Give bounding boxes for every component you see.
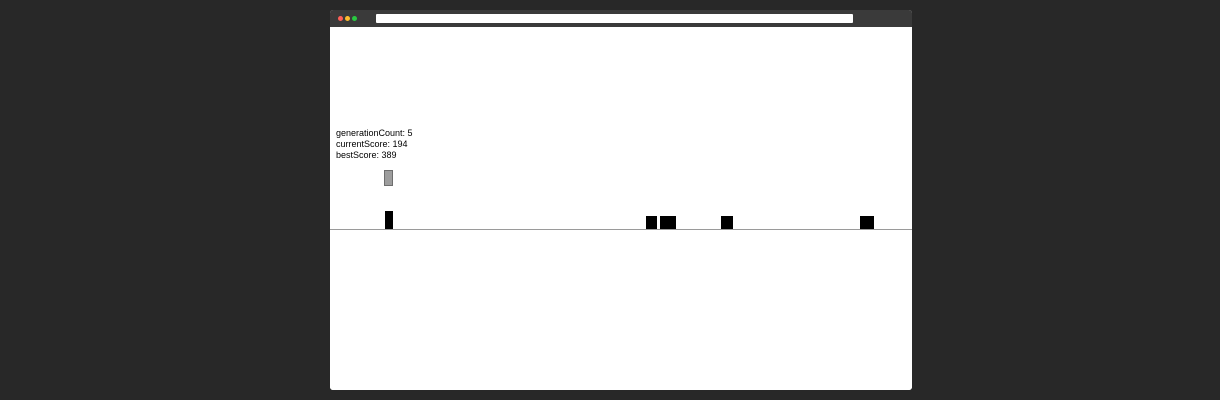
obstacle xyxy=(860,216,874,229)
obstacle xyxy=(721,216,733,229)
address-bar[interactable] xyxy=(376,14,853,23)
maximize-window-icon[interactable] xyxy=(352,16,357,21)
player-runner xyxy=(384,170,393,186)
browser-window: generationCount: 5 currentScore: 194 bes… xyxy=(330,10,912,390)
current-score-label: currentScore: 194 xyxy=(336,139,408,149)
close-window-icon[interactable] xyxy=(338,16,343,21)
obstacle xyxy=(385,211,393,229)
best-score-label: bestScore: 389 xyxy=(336,150,397,160)
game-canvas[interactable]: generationCount: 5 currentScore: 194 bes… xyxy=(330,27,912,390)
obstacle xyxy=(660,216,676,229)
obstacle xyxy=(646,216,657,229)
generation-count-label: generationCount: 5 xyxy=(336,128,413,138)
minimize-window-icon[interactable] xyxy=(345,16,350,21)
score-panel: generationCount: 5 currentScore: 194 bes… xyxy=(336,128,413,161)
title-bar xyxy=(330,10,912,27)
ground-line xyxy=(330,229,912,230)
